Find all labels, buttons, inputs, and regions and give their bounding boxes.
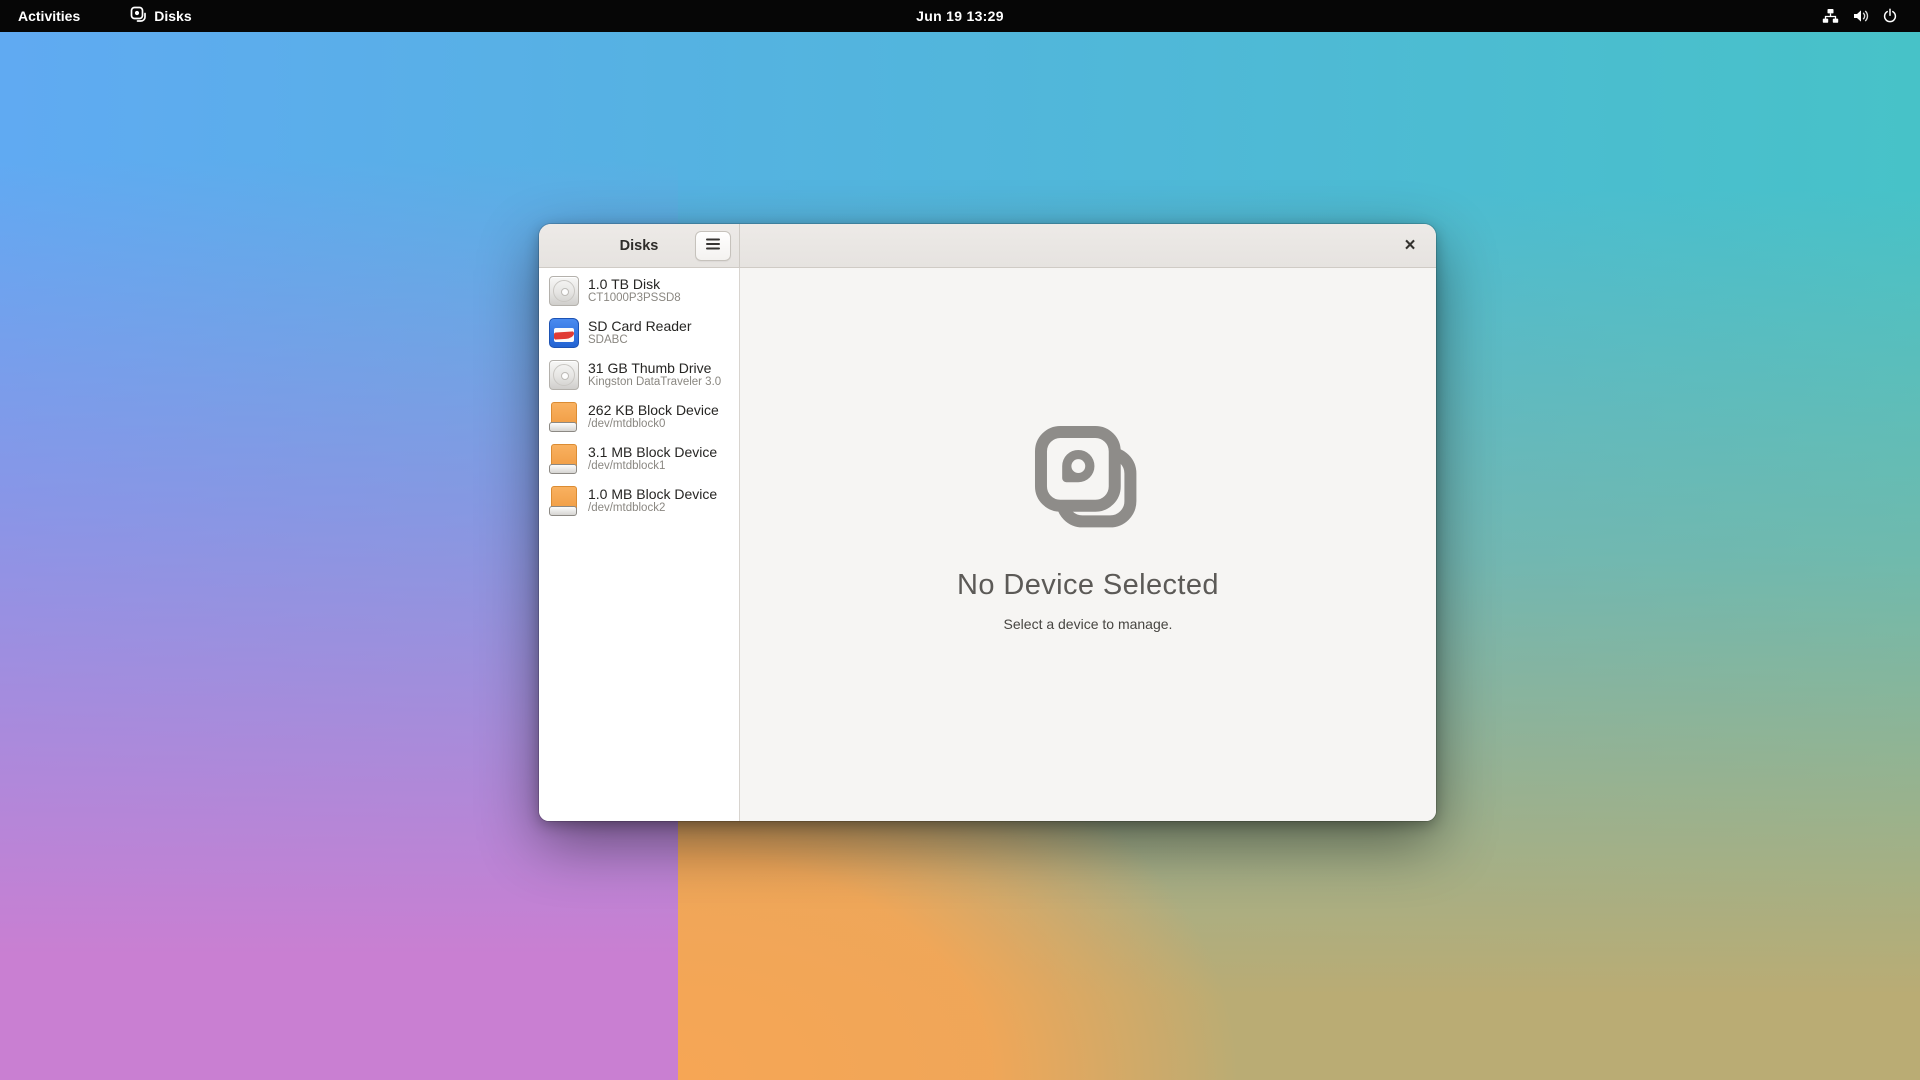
device-list-item[interactable]: 3.1 MB Block Device /dev/mtdblock1	[539, 438, 739, 480]
desktop: Activities Disks Jun 19 13:29	[0, 0, 1920, 1080]
device-text: 31 GB Thumb Drive Kingston DataTraveler …	[588, 360, 721, 390]
device-text: 262 KB Block Device /dev/mtdblock0	[588, 402, 719, 432]
device-title: 262 KB Block Device	[588, 402, 719, 418]
device-title: SD Card Reader	[588, 318, 692, 334]
device-subtitle: /dev/mtdblock0	[588, 418, 719, 432]
multidisk-icon	[1029, 420, 1147, 543]
sidebar-headerbar: Disks	[539, 224, 740, 267]
device-icon	[549, 276, 579, 306]
device-list-item[interactable]: 1.0 MB Block Device /dev/mtdblock2	[539, 480, 739, 522]
device-title: 3.1 MB Block Device	[588, 444, 717, 460]
window-body: 1.0 TB Disk CT1000P3PSSD8 SD Card Reader…	[539, 268, 1436, 821]
system-status-area[interactable]	[1814, 0, 1906, 32]
disks-window: Disks ×	[539, 224, 1436, 821]
device-list-item[interactable]: 1.0 TB Disk CT1000P3PSSD8	[539, 270, 739, 312]
device-text: 1.0 TB Disk CT1000P3PSSD8	[588, 276, 681, 306]
device-list-item[interactable]: SD Card Reader SDABC	[539, 312, 739, 354]
main-headerbar: ×	[740, 224, 1436, 267]
empty-state-subtitle: Select a device to manage.	[1004, 616, 1173, 632]
top-bar: Activities Disks Jun 19 13:29	[0, 0, 1920, 32]
device-icon	[549, 318, 579, 348]
device-subtitle: SDABC	[588, 334, 692, 348]
power-icon	[1882, 8, 1898, 24]
app-menu-button[interactable]: Disks	[116, 0, 205, 32]
app-menu-label: Disks	[154, 8, 191, 24]
device-subtitle: Kingston DataTraveler 3.0	[588, 376, 721, 390]
headerbar[interactable]: Disks ×	[539, 224, 1436, 268]
device-list-item[interactable]: 262 KB Block Device /dev/mtdblock0	[539, 396, 739, 438]
device-text: 1.0 MB Block Device /dev/mtdblock2	[588, 486, 717, 516]
hamburger-menu-button[interactable]	[695, 231, 731, 261]
device-icon	[549, 402, 579, 432]
device-icon	[549, 360, 579, 390]
device-icon	[549, 444, 579, 474]
device-title: 1.0 TB Disk	[588, 276, 681, 292]
volume-icon	[1852, 8, 1869, 24]
empty-state-title: No Device Selected	[957, 569, 1219, 602]
device-list-item[interactable]: 31 GB Thumb Drive Kingston DataTraveler …	[539, 354, 739, 396]
close-button[interactable]: ×	[1396, 232, 1424, 260]
device-icon	[549, 486, 579, 516]
network-wired-icon	[1822, 8, 1839, 24]
hamburger-icon	[705, 237, 721, 256]
device-sidebar: 1.0 TB Disk CT1000P3PSSD8 SD Card Reader…	[539, 268, 740, 821]
device-text: SD Card Reader SDABC	[588, 318, 692, 348]
disks-app-icon	[130, 6, 147, 26]
device-title: 1.0 MB Block Device	[588, 486, 717, 502]
empty-state-panel: No Device Selected Select a device to ma…	[740, 268, 1436, 821]
device-subtitle: /dev/mtdblock2	[588, 502, 717, 516]
device-title: 31 GB Thumb Drive	[588, 360, 721, 376]
window-title: Disks	[620, 238, 659, 254]
device-subtitle: /dev/mtdblock1	[588, 460, 717, 474]
activities-button[interactable]: Activities	[0, 0, 98, 32]
clock[interactable]: Jun 19 13:29	[904, 0, 1016, 32]
device-text: 3.1 MB Block Device /dev/mtdblock1	[588, 444, 717, 474]
device-subtitle: CT1000P3PSSD8	[588, 292, 681, 306]
